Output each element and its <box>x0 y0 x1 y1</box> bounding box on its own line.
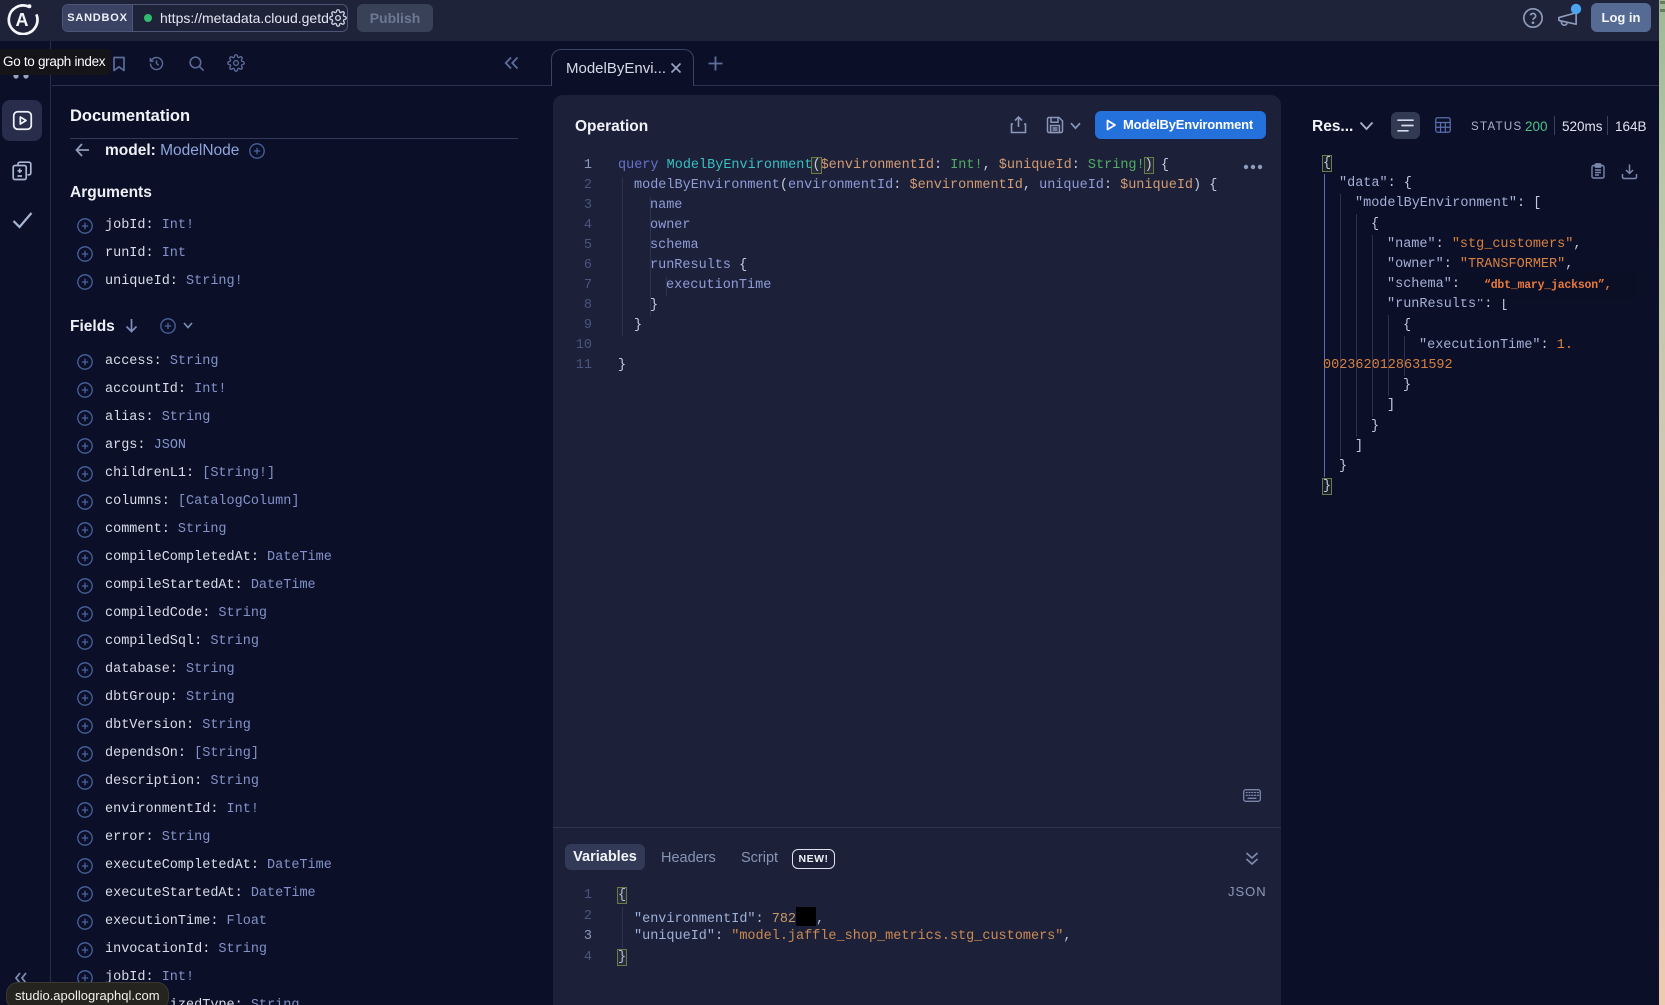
svg-text:A: A <box>16 10 29 30</box>
